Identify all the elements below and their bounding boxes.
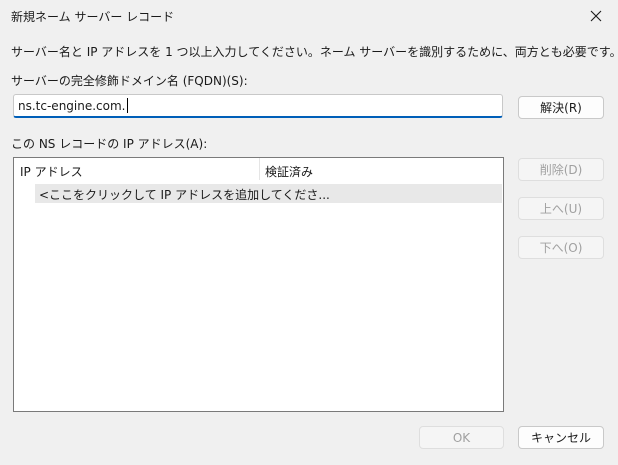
- fqdn-label: サーバーの完全修飾ドメイン名 (FQDN)(S):: [11, 74, 248, 88]
- column-divider[interactable]: [259, 158, 260, 180]
- delete-button[interactable]: 削除(D): [518, 158, 604, 181]
- new-name-server-record-dialog: 新規ネーム サーバー レコード サーバー名と IP アドレスを 1 つ以上入力し…: [0, 0, 618, 465]
- title-bar: 新規ネーム サーバー レコード: [0, 0, 618, 32]
- close-icon: [590, 10, 602, 22]
- resolve-button[interactable]: 解決(R): [518, 96, 604, 119]
- column-header-verified[interactable]: 検証済み: [265, 163, 313, 180]
- ip-address-list[interactable]: IP アドレス 検証済み <ここをクリックして IP アドレスを追加してくださ.…: [13, 157, 504, 412]
- add-ip-placeholder-text: <ここをクリックして IP アドレスを追加してくださ...: [39, 188, 330, 202]
- cancel-button[interactable]: キャンセル: [518, 426, 604, 449]
- column-header-ip-address[interactable]: IP アドレス: [20, 163, 83, 180]
- move-down-button[interactable]: 下へ(O): [518, 236, 604, 259]
- fqdn-input-value: ns.tc-engine.com.: [18, 99, 126, 113]
- window-title: 新規ネーム サーバー レコード: [11, 10, 175, 24]
- add-ip-placeholder-row[interactable]: <ここをクリックして IP アドレスを追加してくださ...: [35, 184, 502, 203]
- instruction-text: サーバー名と IP アドレスを 1 つ以上入力してください。ネーム サーバーを識…: [11, 45, 618, 59]
- ip-list-label: この NS レコードの IP アドレス(A):: [11, 137, 208, 151]
- ok-button[interactable]: OK: [419, 426, 504, 449]
- close-button[interactable]: [574, 0, 618, 32]
- fqdn-input[interactable]: ns.tc-engine.com.: [13, 94, 503, 118]
- list-header: IP アドレス 検証済み: [14, 158, 503, 181]
- text-caret: [126, 98, 128, 113]
- move-up-button[interactable]: 上へ(U): [518, 197, 604, 220]
